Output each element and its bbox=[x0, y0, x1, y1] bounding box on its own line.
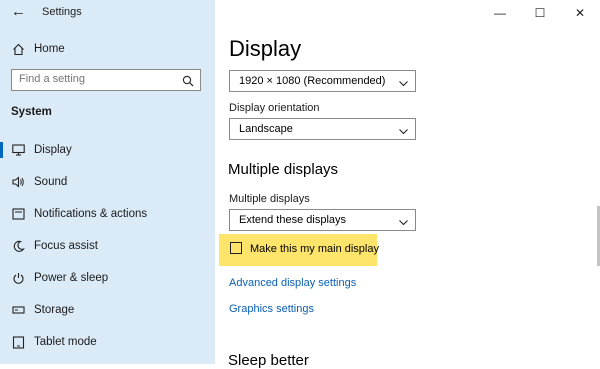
sidebar-item-notifications[interactable]: Notifications & actions bbox=[0, 199, 215, 229]
sidebar: ← Settings Home System Display Sound Not… bbox=[0, 0, 215, 364]
sidebar-item-display[interactable]: Display bbox=[0, 135, 215, 165]
sidebar-item-sound[interactable]: Sound bbox=[0, 167, 215, 197]
monitor-icon bbox=[11, 143, 25, 157]
sidebar-item-tablet-mode[interactable]: Tablet mode bbox=[0, 327, 215, 357]
page-title: Display bbox=[229, 36, 302, 61]
minimize-button[interactable]: — bbox=[480, 0, 520, 26]
advanced-display-settings-link[interactable]: Advanced display settings bbox=[229, 277, 356, 289]
sidebar-item-home[interactable]: Home bbox=[0, 34, 215, 64]
scrollbar[interactable] bbox=[596, 26, 600, 364]
sidebar-item-label: Display bbox=[34, 144, 72, 156]
maximize-button[interactable]: ☐ bbox=[520, 0, 560, 26]
chevron-down-icon bbox=[398, 76, 409, 94]
main-content: — ☐ ✕ Display 1920 × 1080 (Recommended) … bbox=[215, 0, 600, 369]
sidebar-item-storage[interactable]: Storage bbox=[0, 295, 215, 325]
power-icon bbox=[11, 271, 25, 285]
graphics-settings-link[interactable]: Graphics settings bbox=[229, 303, 314, 315]
multiple-displays-label: Multiple displays bbox=[229, 193, 310, 205]
resolution-value: 1920 × 1080 (Recommended) bbox=[239, 75, 386, 87]
titlebar: ← Settings bbox=[0, 0, 215, 26]
sidebar-item-focus-assist[interactable]: Focus assist bbox=[0, 231, 215, 261]
main-display-checkbox[interactable] bbox=[230, 242, 242, 254]
speaker-icon bbox=[11, 175, 25, 189]
chevron-down-icon bbox=[398, 215, 409, 233]
window-controls: — ☐ ✕ bbox=[480, 0, 600, 26]
sidebar-item-label: Storage bbox=[34, 304, 75, 316]
sleep-better-heading: Sleep better bbox=[228, 352, 309, 369]
back-arrow-icon[interactable]: ← bbox=[11, 3, 26, 20]
orientation-value: Landscape bbox=[239, 123, 293, 135]
tablet-icon bbox=[11, 335, 25, 349]
sidebar-item-label: Sound bbox=[34, 176, 68, 188]
close-button[interactable]: ✕ bbox=[560, 0, 600, 26]
home-icon bbox=[11, 42, 25, 56]
storage-icon bbox=[11, 303, 25, 317]
section-label: System bbox=[11, 106, 52, 118]
main-display-checkbox-label[interactable]: Make this my main display bbox=[250, 243, 379, 255]
multiple-displays-heading: Multiple displays bbox=[228, 161, 339, 178]
moon-icon bbox=[11, 239, 25, 253]
sidebar-item-label: Power & sleep bbox=[34, 272, 109, 284]
search-icon[interactable] bbox=[182, 74, 194, 92]
notifications-icon bbox=[11, 207, 25, 221]
search-box[interactable] bbox=[11, 69, 201, 91]
resolution-dropdown[interactable]: 1920 × 1080 (Recommended) bbox=[229, 70, 416, 92]
orientation-dropdown[interactable]: Landscape bbox=[229, 118, 416, 140]
sidebar-item-label: Tablet mode bbox=[34, 336, 97, 348]
sidebar-item-power-sleep[interactable]: Power & sleep bbox=[0, 263, 215, 293]
multiple-displays-value: Extend these displays bbox=[239, 214, 347, 226]
app-title: Settings bbox=[42, 6, 82, 18]
orientation-label: Display orientation bbox=[229, 102, 320, 114]
home-label: Home bbox=[34, 43, 65, 55]
chevron-down-icon bbox=[398, 124, 409, 142]
sidebar-item-label: Focus assist bbox=[34, 240, 98, 252]
multiple-displays-dropdown[interactable]: Extend these displays bbox=[229, 209, 416, 231]
search-input[interactable] bbox=[19, 73, 179, 85]
sidebar-item-label: Notifications & actions bbox=[34, 208, 148, 220]
